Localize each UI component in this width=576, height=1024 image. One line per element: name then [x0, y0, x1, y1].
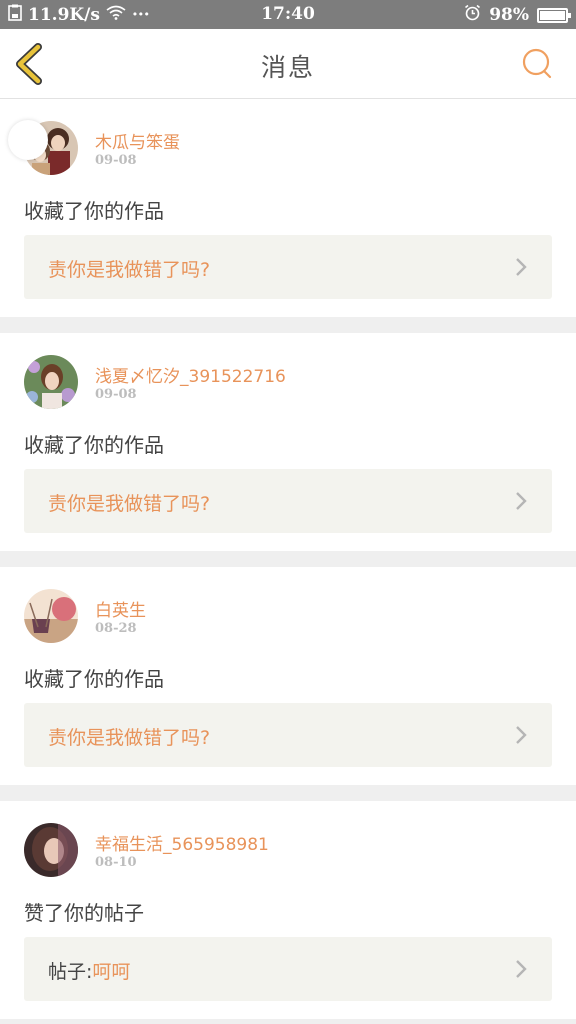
- message-date: 08-28: [95, 621, 137, 636]
- quote-text: 责你是我做错了吗?: [48, 493, 211, 515]
- message-date: 08-10: [95, 855, 137, 870]
- message-action-text: 收藏了你的作品: [24, 667, 164, 691]
- message-action-text: 收藏了你的作品: [24, 199, 164, 223]
- message-card: 幸福生活_565958981 08-10 赞了你的帖子 帖子:呵呵: [0, 801, 576, 1019]
- message-date: 09-08: [95, 387, 137, 402]
- message-card: 木瓜与笨蛋 09-08 收藏了你的作品 责你是我做错了吗?: [0, 99, 576, 317]
- username[interactable]: 幸福生活_565958981: [95, 830, 269, 855]
- quote-label: 帖子:: [48, 961, 93, 983]
- message-card: 浅夏〆忆汐_391522716 09-08 收藏了你的作品 责你是我做错了吗?: [0, 333, 576, 551]
- avatar[interactable]: [24, 355, 78, 409]
- message-action-text: 收藏了你的作品: [24, 433, 164, 457]
- quoted-content-link[interactable]: 帖子:呵呵: [24, 937, 552, 1001]
- message-date: 09-08: [95, 153, 137, 168]
- avatar[interactable]: [24, 589, 78, 643]
- quoted-content-link[interactable]: 责你是我做错了吗?: [24, 235, 552, 299]
- chevron-right-icon: [516, 258, 527, 276]
- search-button[interactable]: [520, 47, 554, 81]
- quote-text: 责你是我做错了吗?: [48, 727, 211, 749]
- battery-icon: [537, 7, 571, 23]
- chevron-right-icon: [516, 726, 527, 744]
- quote-text: 呵呵: [92, 961, 131, 983]
- quoted-content-link[interactable]: 责你是我做错了吗?: [24, 703, 552, 767]
- alarm-icon: [464, 4, 481, 26]
- search-icon: [522, 48, 552, 79]
- quote-text: 责你是我做错了吗?: [48, 259, 211, 281]
- username[interactable]: 木瓜与笨蛋: [95, 128, 180, 153]
- page-title: 消息: [260, 53, 315, 82]
- status-bar: 11.9K/s ··· 17:40 98%: [0, 0, 576, 29]
- unread-indicator: [8, 120, 48, 160]
- battery-percent: 98%: [489, 5, 529, 25]
- quoted-content-link[interactable]: 责你是我做错了吗?: [24, 469, 552, 533]
- message-card: 白英生 08-28 收藏了你的作品 责你是我做错了吗?: [0, 567, 576, 785]
- message-list: 木瓜与笨蛋 09-08 收藏了你的作品 责你是我做错了吗? 浅夏〆忆汐_3915…: [0, 99, 576, 1024]
- chevron-right-icon: [516, 960, 527, 978]
- top-navigation-bar: 消息: [0, 29, 576, 99]
- username[interactable]: 浅夏〆忆汐_391522716: [95, 362, 286, 387]
- chevron-right-icon: [516, 492, 527, 510]
- username[interactable]: 白英生: [95, 596, 146, 621]
- avatar[interactable]: [24, 823, 78, 877]
- message-action-text: 赞了你的帖子: [24, 901, 144, 925]
